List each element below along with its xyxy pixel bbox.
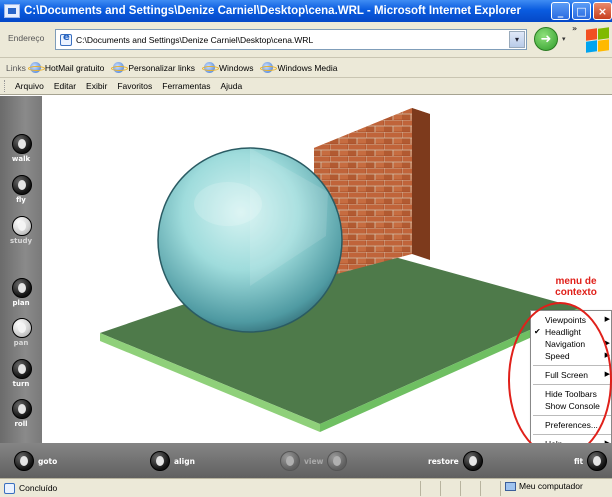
page-done-icon — [4, 482, 15, 494]
roll-button[interactable]: roll — [0, 399, 42, 441]
ie-window: C:\Documents and Settings\Denize Carniel… — [0, 0, 612, 497]
page-icon — [60, 32, 72, 46]
previous-view-icon — [280, 451, 300, 471]
turn-button[interactable]: turn — [0, 359, 42, 401]
status-text: Concluído — [19, 483, 58, 493]
next-view-icon — [327, 451, 348, 471]
fly-icon — [12, 175, 32, 195]
menu-bar: Arquivo Editar Exibir Favoritos Ferramen… — [0, 78, 612, 95]
address-toolbar: Endereço C:\Documents and Settings\Deniz… — [0, 22, 612, 58]
link-windows[interactable]: Windows — [202, 62, 253, 73]
link-windows-media[interactable]: Windows Media — [260, 62, 337, 73]
menu-exibir[interactable]: Exibir — [86, 81, 107, 91]
pan-icon — [12, 318, 32, 338]
walk-icon — [12, 134, 32, 154]
maximize-button[interactable]: □ — [572, 2, 591, 20]
status-divider — [500, 481, 501, 496]
goto-button[interactable]: goto — [14, 449, 61, 473]
turn-icon — [12, 359, 32, 379]
roll-icon — [12, 399, 32, 419]
window-title: C:\Documents and Settings\Denize Carniel… — [24, 5, 521, 17]
ie-link-icon — [27, 62, 45, 73]
restore-icon — [462, 451, 483, 471]
address-label: Endereço — [8, 33, 45, 43]
ie-window-icon[interactable] — [4, 4, 20, 18]
menu-arquivo[interactable]: Arquivo — [15, 81, 44, 91]
toolbar-grip[interactable] — [4, 80, 7, 92]
align-icon — [150, 451, 170, 471]
view-button[interactable]: view — [280, 449, 348, 473]
align-button[interactable]: align — [150, 449, 199, 473]
windows-logo-icon — [584, 27, 610, 53]
close-button[interactable]: × — [593, 2, 612, 20]
navigation-panel: walk fly study plan pan turn roll — [0, 96, 42, 478]
menu-editar[interactable]: Editar — [54, 81, 76, 91]
study-icon — [12, 216, 32, 236]
go-button[interactable]: ➜ — [534, 27, 558, 51]
links-label: Links — [6, 62, 26, 73]
my-computer-icon — [505, 481, 516, 491]
study-button[interactable]: study — [0, 216, 42, 258]
fit-button[interactable]: fit — [570, 449, 608, 473]
title-bar: C:\Documents and Settings\Denize Carniel… — [0, 0, 612, 22]
address-input[interactable]: C:\Documents and Settings\Denize Carniel… — [55, 29, 527, 50]
walk-button[interactable]: walk — [0, 134, 42, 176]
menu-favoritos[interactable]: Favoritos — [117, 81, 152, 91]
restore-button[interactable]: restore — [424, 449, 483, 473]
menu-ajuda[interactable]: Ajuda — [220, 81, 242, 91]
sphere — [157, 147, 343, 333]
status-divider — [480, 481, 481, 496]
link-personalizar[interactable]: Personalizar links — [111, 62, 195, 73]
address-dropdown-button[interactable]: ▾ — [509, 31, 525, 48]
ie-link-icon — [260, 62, 278, 73]
go-dropdown-icon[interactable]: ▾ — [562, 35, 566, 43]
status-divider — [420, 481, 421, 496]
link-hotmail[interactable]: HotMail gratuito — [27, 62, 104, 73]
ie-link-icon — [202, 62, 219, 73]
address-url[interactable]: C:\Documents and Settings\Denize Carniel… — [76, 35, 313, 45]
toolbar-overflow-chevron-icon[interactable]: » — [572, 24, 577, 33]
fly-button[interactable]: fly — [0, 175, 42, 217]
status-bar: Concluído Meu computador — [0, 478, 612, 497]
fit-icon — [587, 451, 608, 471]
context-menu-annotation: menu de contexto — [555, 276, 597, 298]
status-divider — [460, 481, 461, 496]
status-divider — [440, 481, 441, 496]
minimize-button[interactable]: _ — [551, 2, 570, 20]
window-controls: _ □ × — [549, 2, 612, 20]
pan-button[interactable]: pan — [0, 318, 42, 360]
security-zone: Meu computador — [505, 481, 583, 491]
ie-link-icon — [111, 62, 129, 73]
vrml-viewer[interactable]: walk fly study plan pan turn roll menu d… — [0, 96, 612, 478]
plan-button[interactable]: plan — [0, 278, 42, 320]
menu-ferramentas[interactable]: Ferramentas — [162, 81, 210, 91]
plan-icon — [12, 278, 32, 298]
highlight-circle — [508, 302, 612, 458]
viewer-control-bar: goto align view restore fit — [0, 443, 612, 478]
submenu-arrow-icon: ▶ — [604, 316, 610, 323]
goto-icon — [14, 451, 34, 471]
links-toolbar: Links HotMail gratuito Personalizar link… — [0, 58, 612, 78]
